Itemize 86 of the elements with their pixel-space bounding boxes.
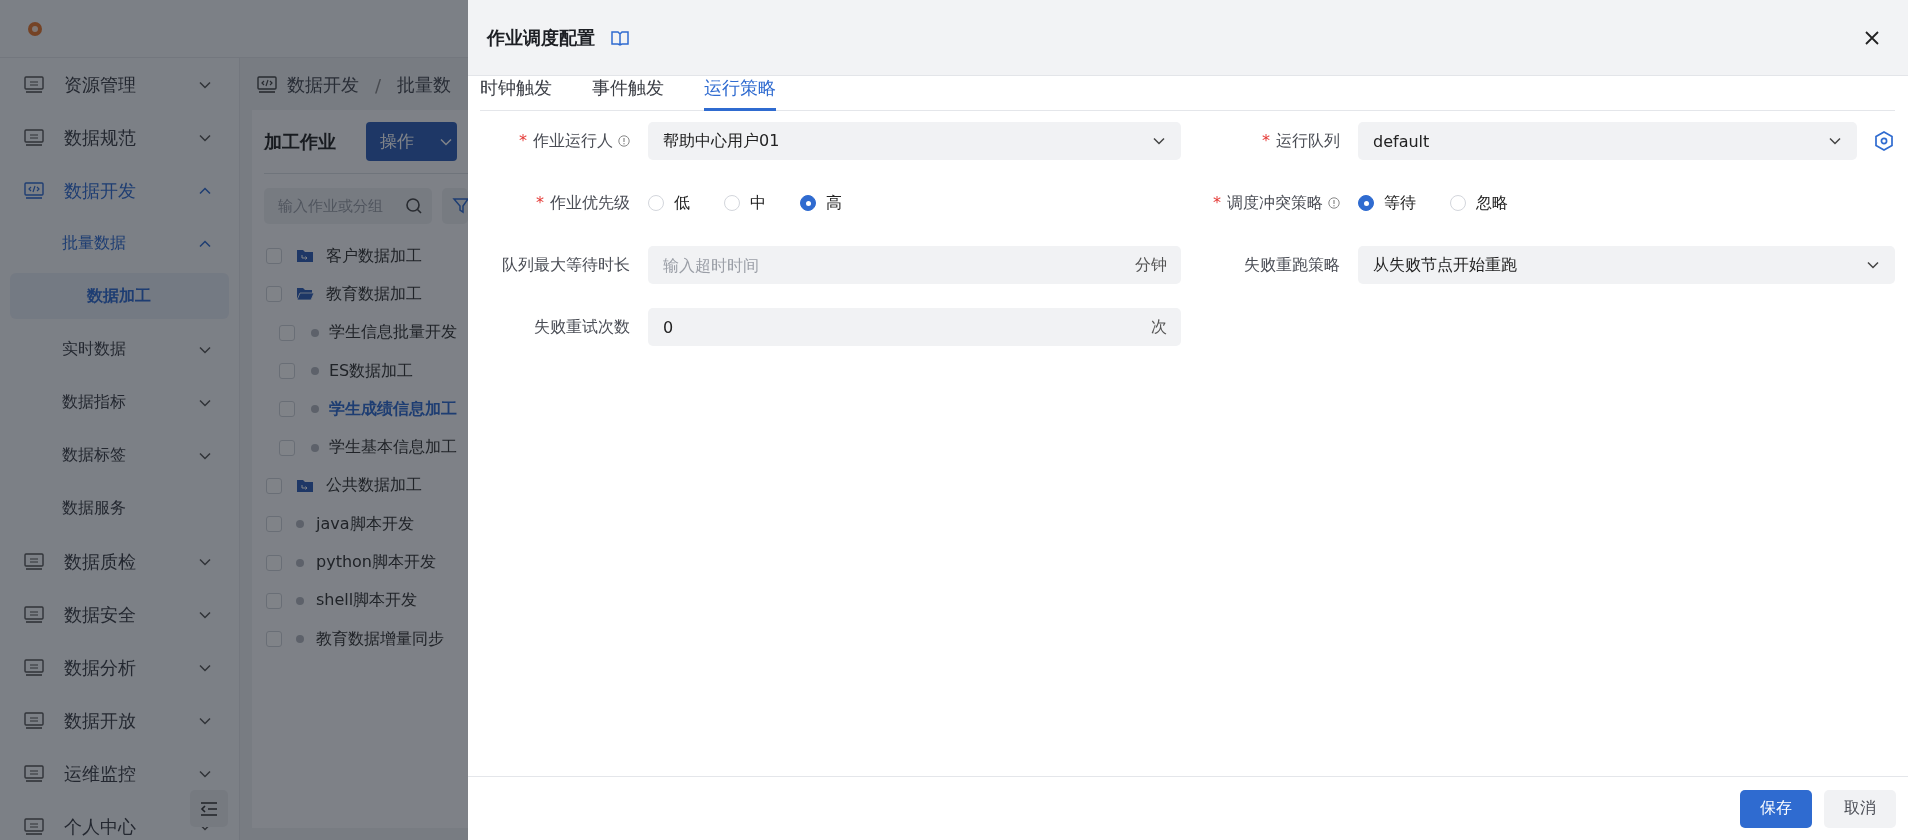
option-label[interactable]: 高 bbox=[826, 192, 842, 214]
filter-button[interactable] bbox=[442, 188, 468, 224]
sidebar-item[interactable]: 实时数据 bbox=[0, 323, 239, 376]
radio-button[interactable] bbox=[1358, 195, 1374, 211]
sidebar-item[interactable]: 数据质检 bbox=[0, 535, 239, 588]
field-label: 队列最大等待时长 bbox=[502, 254, 630, 276]
select-field[interactable]: 从失败节点开始重跑 bbox=[1358, 246, 1895, 284]
tree-item[interactable]: 学生基本信息加工 bbox=[264, 428, 457, 467]
tab[interactable]: 事件触发 bbox=[592, 76, 664, 111]
tree-item[interactable]: 学生信息批量开发 bbox=[264, 313, 457, 352]
field-label: 失败重跑策略 bbox=[1244, 254, 1340, 276]
option-label[interactable]: 中 bbox=[750, 192, 766, 214]
status-dot bbox=[296, 596, 304, 605]
monitor-icon bbox=[24, 128, 44, 147]
tree-item[interactable]: 教育数据加工 bbox=[264, 275, 422, 314]
monitor-icon bbox=[24, 817, 44, 836]
operation-button[interactable]: 操作 bbox=[366, 122, 457, 161]
sidebar-item[interactable]: 运维监控 bbox=[0, 747, 239, 800]
folder-icon bbox=[296, 477, 314, 494]
tree-item[interactable]: ES数据加工 bbox=[264, 351, 414, 391]
select-field[interactable]: default bbox=[1358, 122, 1857, 160]
monitor-icon bbox=[24, 658, 44, 677]
logo-icon bbox=[27, 20, 43, 37]
tree-item[interactable]: 教育数据增量同步 bbox=[264, 619, 444, 659]
sidebar-item[interactable]: 数据指标 bbox=[0, 376, 239, 429]
monitor-icon bbox=[24, 764, 44, 783]
option-label[interactable]: 低 bbox=[674, 192, 690, 214]
tree-item[interactable]: shell脚本开发 bbox=[264, 581, 418, 620]
sidebar-item[interactable]: 数据开发 bbox=[0, 164, 239, 217]
tab[interactable]: 运行策略 bbox=[704, 76, 776, 111]
breadcrumb-item[interactable]: 数据开发 bbox=[287, 73, 359, 97]
drawer-title: 作业调度配置 bbox=[487, 25, 595, 50]
collapse-button[interactable] bbox=[190, 790, 228, 827]
field-label: * 作业优先级 bbox=[536, 192, 630, 214]
sidebar-item[interactable]: 资源管理 bbox=[0, 58, 239, 111]
status-dot bbox=[311, 367, 319, 376]
save-button[interactable]: 保存 bbox=[1740, 789, 1812, 828]
monitor-icon bbox=[24, 75, 44, 94]
field-label: * 调度冲突策略 bbox=[1213, 192, 1323, 214]
status-dot bbox=[296, 558, 304, 567]
option-label[interactable]: 忽略 bbox=[1476, 192, 1508, 214]
status-dot bbox=[311, 443, 319, 452]
collapse-icon bbox=[199, 799, 219, 818]
settings-icon[interactable] bbox=[1873, 130, 1895, 152]
monitor-icon bbox=[24, 552, 44, 571]
field-label: 失败重试次数 bbox=[534, 316, 630, 338]
breadcrumb-separator: / bbox=[374, 74, 383, 96]
sidebar-item[interactable]: 数据服务 bbox=[0, 482, 239, 535]
status-dot bbox=[311, 405, 319, 414]
tree-item[interactable]: 公共数据加工 bbox=[264, 466, 422, 506]
monitor-icon bbox=[24, 711, 44, 730]
status-dot bbox=[296, 635, 304, 644]
radio-button[interactable] bbox=[800, 195, 816, 211]
breadcrumb-item[interactable]: 批量数 bbox=[397, 73, 452, 97]
sidebar-item[interactable]: 数据分析 bbox=[0, 641, 239, 694]
monitor-icon bbox=[24, 605, 44, 624]
sidebar-item[interactable]: 批量数据 bbox=[0, 217, 239, 270]
panel-title: 加工作业 bbox=[264, 129, 336, 154]
sidebar-item[interactable]: 数据加工 bbox=[10, 273, 229, 319]
field-label: * 运行队列 bbox=[1262, 130, 1340, 152]
folder-icon bbox=[296, 248, 314, 265]
tree-item[interactable]: python脚本开发 bbox=[264, 543, 436, 582]
field-label: * 作业运行人 bbox=[519, 130, 613, 152]
tree-item[interactable]: 客户数据加工 bbox=[264, 237, 422, 276]
sidebar-item[interactable]: 数据规范 bbox=[0, 111, 239, 164]
sidebar-item[interactable]: 数据开放 bbox=[0, 694, 239, 747]
code-monitor-icon bbox=[24, 181, 44, 200]
sidebar-item[interactable]: 个人中心 bbox=[0, 800, 239, 840]
tree-item[interactable]: 学生成绩信息加工 bbox=[264, 390, 457, 429]
unit-label: 次 bbox=[1151, 317, 1167, 338]
unit-label: 分钟 bbox=[1135, 255, 1167, 276]
tree-item[interactable]: java脚本开发 bbox=[264, 505, 414, 544]
option-label[interactable]: 等待 bbox=[1384, 192, 1416, 214]
search-icon bbox=[404, 197, 424, 215]
open-folder-icon bbox=[296, 286, 314, 303]
tab[interactable]: 时钟触发 bbox=[480, 76, 552, 111]
sidebar-item[interactable]: 数据安全 bbox=[0, 588, 239, 641]
filter-icon bbox=[452, 197, 468, 215]
book-icon bbox=[611, 29, 629, 46]
code-monitor-icon bbox=[257, 76, 277, 94]
status-dot bbox=[311, 328, 319, 337]
cancel-button[interactable]: 取消 bbox=[1824, 789, 1896, 828]
sidebar-item[interactable]: 数据标签 bbox=[0, 429, 239, 482]
select-field[interactable]: 帮助中心用户01 bbox=[648, 122, 1181, 160]
close-icon bbox=[1862, 28, 1882, 47]
status-dot bbox=[296, 520, 304, 529]
